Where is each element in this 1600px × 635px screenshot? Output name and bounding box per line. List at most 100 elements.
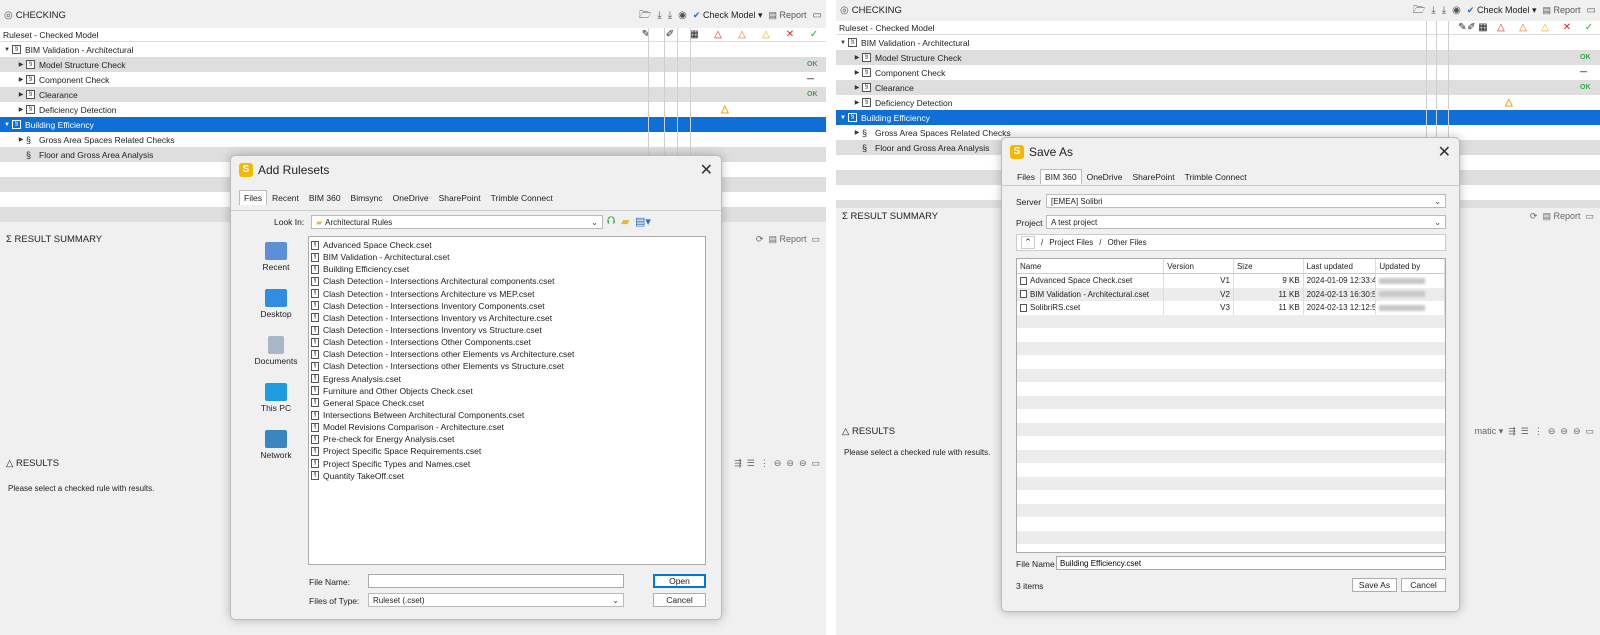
collapse-arrow-icon[interactable]: ▼: [2, 47, 12, 53]
expand-arrow-icon[interactable]: ▶: [852, 69, 862, 76]
moderate-severity-icon[interactable]: △: [730, 29, 754, 40]
tab-sharepoint[interactable]: SharePoint: [1128, 169, 1180, 184]
tab-files[interactable]: Files: [1012, 169, 1040, 184]
low-severity-icon[interactable]: △: [1534, 22, 1556, 33]
collapse-arrow-icon[interactable]: ▼: [2, 122, 12, 128]
collapse-arrow-icon[interactable]: ▼: [838, 40, 848, 46]
file-list-item[interactable]: § Clash Detection - Intersections Archite…: [311, 275, 703, 287]
expand-arrow-icon[interactable]: ▶: [16, 76, 26, 83]
expand-arrow-icon[interactable]: ▶: [852, 84, 862, 91]
file-list-item[interactable]: § Project Specific Types and Names.cset: [311, 458, 703, 470]
maximize-icon[interactable]: ▭: [1587, 5, 1596, 16]
column-last-updated[interactable]: Last updated: [1304, 259, 1377, 273]
save-as-button[interactable]: Save As: [1352, 578, 1397, 592]
file-list-item[interactable]: § Clash Detection - Intersections other E…: [311, 348, 703, 360]
file-list-item[interactable]: § Clash Detection - Intersections other E…: [311, 360, 703, 372]
column-size[interactable]: Size: [1234, 259, 1304, 273]
tab-bimsync[interactable]: Bimsync: [346, 190, 388, 205]
close-icon[interactable]: ✕: [700, 160, 713, 180]
tree-row[interactable]: ▶ § Model Structure Check OK: [836, 50, 1600, 65]
file-name-input[interactable]: [1056, 556, 1446, 570]
filter-icon[interactable]: ⇶: [1508, 426, 1516, 437]
tree-row[interactable]: ▶ § Model Structure Check OK: [0, 57, 826, 72]
tree-row[interactable]: ▶ § Gross Area Spaces Related Checks: [0, 132, 826, 147]
download-all-icon[interactable]: ⤓: [668, 10, 672, 21]
lock-icon[interactable]: ⊖: [1548, 426, 1556, 437]
file-list-item[interactable]: § Intersections Between Architectural Com…: [311, 409, 703, 421]
edit-icon[interactable]: ✎: [1458, 22, 1467, 33]
list-icon[interactable]: ☰: [747, 458, 755, 469]
automatic-dropdown[interactable]: matic ▾: [1475, 426, 1504, 437]
file-list-item[interactable]: § Clash Detection - Intersections Invento…: [311, 312, 703, 324]
file-list-item[interactable]: § Clash Detection - Intersections Archite…: [311, 288, 703, 300]
place-this-pc[interactable]: This PC: [241, 383, 311, 430]
table-icon[interactable]: ▦: [682, 29, 706, 40]
server-select[interactable]: [EMEA] Solibri ⌄: [1046, 194, 1446, 208]
table-row[interactable]: Advanced Space Check.cset V1 9 KB 2024-01-0…: [1017, 274, 1445, 288]
column-name[interactable]: Name: [1017, 259, 1165, 273]
report-link[interactable]: ▤ Report: [768, 234, 806, 245]
moderate-severity-icon[interactable]: △: [1512, 22, 1534, 33]
tree-row[interactable]: ▼ § Building Efficiency: [0, 117, 826, 132]
tree-row[interactable]: ▶ § Deficiency Detection △: [0, 102, 826, 117]
file-list-item[interactable]: § General Space Check.cset: [311, 397, 703, 409]
tab-trimble-connect[interactable]: Trimble Connect: [486, 190, 558, 205]
filter-icon[interactable]: ⇶: [734, 458, 742, 469]
expand-arrow-icon[interactable]: ▶: [16, 61, 26, 68]
maximize-icon[interactable]: ▭: [811, 458, 820, 469]
place-recent[interactable]: Recent: [241, 242, 311, 289]
tree-icon[interactable]: ⋮: [760, 458, 769, 469]
cancel-button[interactable]: Cancel: [653, 593, 706, 607]
tab-trimble-connect[interactable]: Trimble Connect: [1180, 169, 1252, 184]
expand-arrow-icon[interactable]: ▶: [16, 106, 26, 113]
file-list[interactable]: § Advanced Space Check.cset § BIM Validatio…: [308, 236, 706, 565]
tree-icon[interactable]: ⋮: [1534, 426, 1543, 437]
tab-onedrive[interactable]: OneDrive: [1082, 169, 1128, 184]
tree-row[interactable]: ▼ § Building Efficiency: [836, 110, 1600, 125]
rejected-icon[interactable]: ✕: [1556, 22, 1578, 33]
lock2-icon[interactable]: ⊖: [1560, 426, 1568, 437]
file-list-item[interactable]: § Project Specific Space Requirements.cse…: [311, 445, 703, 457]
tab-sharepoint[interactable]: SharePoint: [434, 190, 486, 205]
tree-row[interactable]: ▶ § Deficiency Detection △: [836, 95, 1600, 110]
project-select[interactable]: A test project ⌄: [1046, 215, 1446, 229]
collapse-arrow-icon[interactable]: ▼: [838, 115, 848, 121]
file-name-input[interactable]: [368, 574, 624, 588]
breadcrumb-other-files[interactable]: Other Files: [1107, 238, 1146, 247]
file-list-item[interactable]: § BIM Validation - Architectural.cset: [311, 251, 703, 263]
maximize-icon[interactable]: ▭: [813, 10, 822, 21]
download-icon[interactable]: ⤓: [1431, 5, 1435, 16]
expand-arrow-icon[interactable]: ▶: [852, 129, 862, 136]
file-list-item[interactable]: § Model Revisions Comparison - Architectu…: [311, 421, 703, 433]
file-list-item[interactable]: § Building Efficiency.cset: [311, 263, 703, 275]
critical-severity-icon[interactable]: △: [706, 29, 730, 40]
tab-bim-360[interactable]: BIM 360: [304, 190, 346, 205]
low-severity-icon[interactable]: △: [754, 29, 778, 40]
refresh-icon[interactable]: ⟳: [1530, 211, 1538, 222]
new-folder-icon[interactable]: ▰: [621, 215, 629, 228]
lock-icon[interactable]: ⊖: [774, 458, 782, 469]
check-model-button[interactable]: ✔ Check Model ▾: [1467, 5, 1537, 16]
file-list-item[interactable]: § Clash Detection - Intersections Invento…: [311, 300, 703, 312]
column-updated-by[interactable]: Updated by: [1376, 259, 1445, 273]
accepted-icon[interactable]: ✓: [1578, 22, 1600, 33]
tab-onedrive[interactable]: OneDrive: [388, 190, 434, 205]
lock2-icon[interactable]: ⊖: [786, 458, 794, 469]
place-documents[interactable]: Documents: [241, 336, 311, 383]
tab-bim-360[interactable]: BIM 360: [1039, 169, 1082, 184]
tree-row[interactable]: ▶ § Clearance OK: [0, 87, 826, 102]
tree-row[interactable]: ▼ § BIM Validation - Architectural: [0, 42, 826, 57]
accepted-icon[interactable]: ✓: [802, 29, 826, 40]
expand-arrow-icon[interactable]: ▶: [852, 99, 862, 106]
maximize-icon[interactable]: ▭: [1585, 426, 1594, 437]
column-version[interactable]: Version: [1164, 259, 1234, 273]
table-row[interactable]: SolibriRS.cset V3 11 KB 2024-02-13 12:12:52: [1017, 301, 1445, 315]
edit-icon[interactable]: ✎: [634, 29, 658, 40]
tree-row[interactable]: ▶ § Clearance OK: [836, 80, 1600, 95]
expand-arrow-icon[interactable]: ▶: [852, 54, 862, 61]
tab-recent[interactable]: Recent: [267, 190, 304, 205]
open-button[interactable]: Open: [653, 574, 706, 588]
expand-arrow-icon[interactable]: ▶: [16, 136, 26, 143]
open-folder-icon[interactable]: 🗁: [1413, 5, 1425, 16]
file-list-item[interactable]: § Clash Detection - Intersections Invento…: [311, 324, 703, 336]
